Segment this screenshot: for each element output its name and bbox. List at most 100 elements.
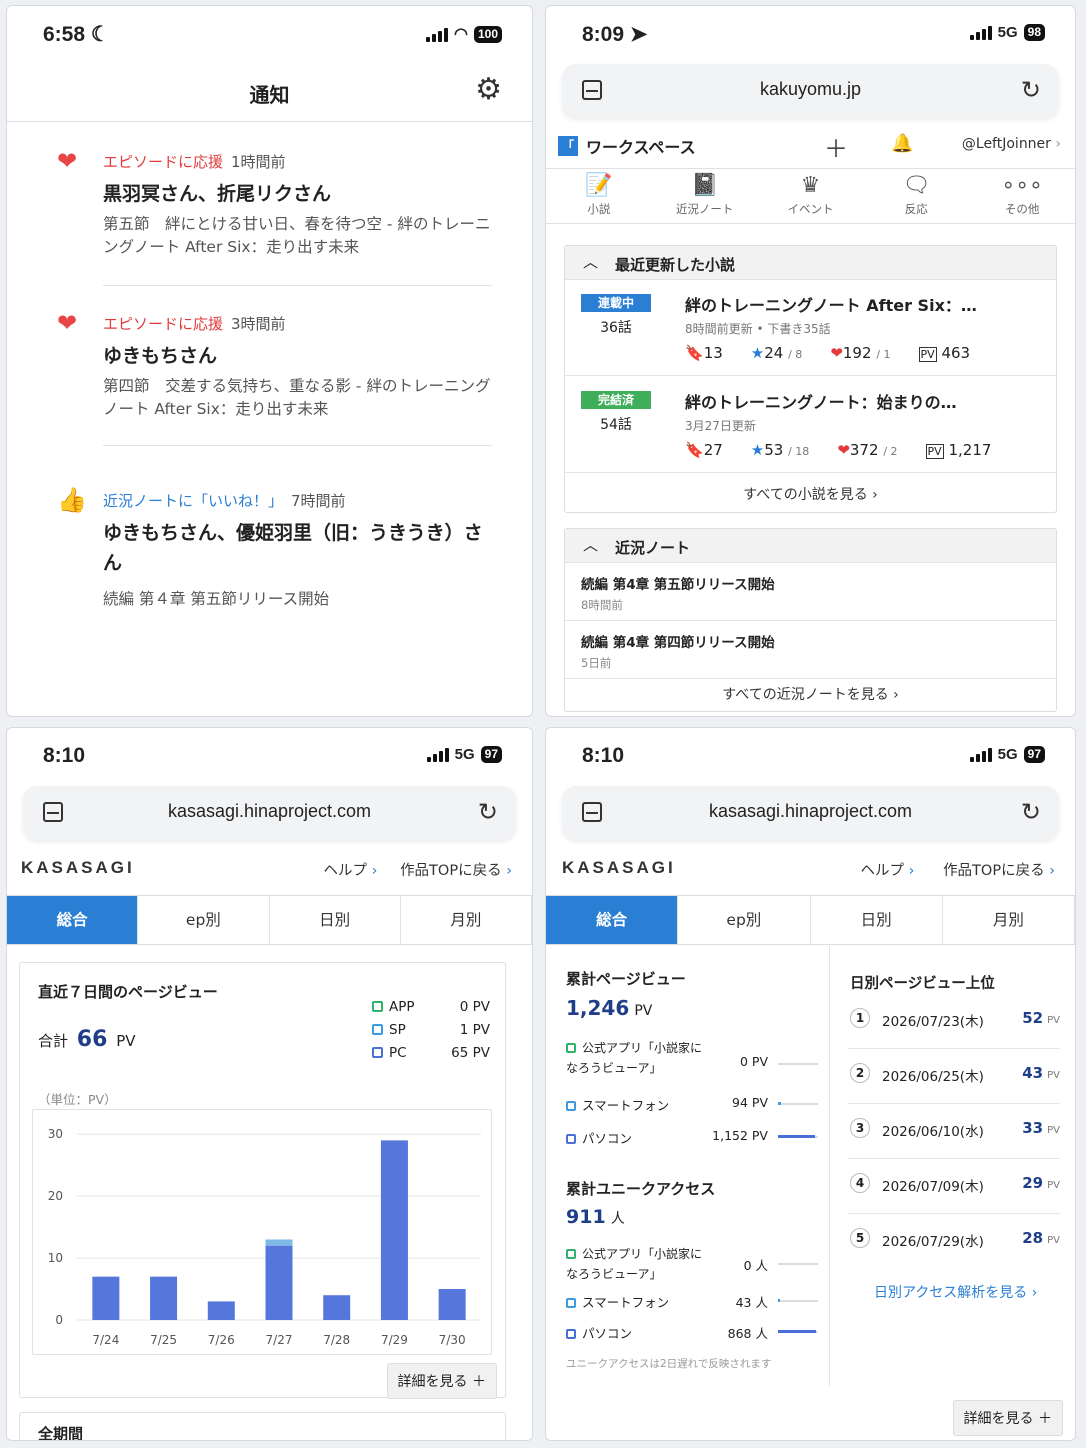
notification-body: 続編 第４章 第五節リリース開始 (103, 590, 330, 608)
rank-date: 2026/07/23(木) (882, 1014, 984, 1030)
tab-episode[interactable]: ep別 (678, 896, 811, 944)
user-menu[interactable]: @LeftJoinner › (962, 136, 1061, 152)
recent-novels-section: ︿ 最近更新した小説 連載中 36話 絆のトレーニングノート After Six：… (564, 245, 1057, 513)
chevron-up-icon: ︿ (583, 536, 599, 554)
heart-icon: ❤ (837, 441, 850, 459)
see-all-notes-link[interactable]: すべての近況ノートを見る › (565, 684, 1056, 704)
tab-daily[interactable]: 日別 (811, 896, 943, 944)
pv-bar-chart: 0 10 20 30 7/24 7/25 7/26 7/27 7/28 7/29 7/30 (32, 1109, 492, 1355)
workspace-header: 「 ワークスペース ＋ 🔔 @LeftJoinner › (546, 131, 1075, 169)
pv-icon: PV (925, 444, 944, 459)
list-item[interactable]: 2 2026/06/25(木) 43 PV (848, 1049, 1060, 1104)
heart-icon: ❤ (57, 309, 78, 337)
rank-pv: 43 PV (1022, 1064, 1060, 1082)
tab-monthly[interactable]: 月別 (401, 896, 532, 944)
nav-notes[interactable]: 📓 近況ノート (652, 170, 758, 223)
ua-sp-value: 43 人 (735, 1295, 768, 1310)
rank-number: 5 (850, 1228, 870, 1248)
novel-meta: 8時間前更新 • 下書き35話 (685, 322, 831, 336)
episode-count: 54話 (600, 417, 632, 433)
browser-address-bar[interactable]: kasasagi.hinaproject.com ↻ (23, 786, 516, 840)
bar-pc (150, 1276, 178, 1320)
nav-reactions[interactable]: 🗨 反応 (863, 170, 969, 223)
daily-analysis-link[interactable]: 日別アクセス解析を見る › (874, 1282, 1037, 1302)
list-item[interactable]: 5 2026/07/29(水) 28 PV (848, 1214, 1060, 1269)
bookmark-count: 🔖27 (685, 441, 723, 459)
rank-pv: 52 PV (1022, 1009, 1060, 1027)
kasasagi-logo[interactable]: KASASAGI (21, 858, 135, 878)
novel-title: 絆のトレーニングノート After Six：… (685, 296, 977, 315)
notification-item[interactable]: ❤ エピソードに応援 1時間前 黒羽冥さん、折尾リクさん 第五節 絆にとける甘い日… (57, 149, 492, 269)
notification-time: 1時間前 (231, 153, 286, 171)
note-item[interactable]: 続編 第4章 第五節リリース開始 8時間前 (565, 563, 1056, 621)
note-item[interactable]: 続編 第4章 第四節リリース開始 5日前 (565, 621, 1056, 679)
tab-monthly[interactable]: 月別 (943, 896, 1075, 944)
pv-app-meter (778, 1063, 818, 1065)
back-to-top-link[interactable]: 作品TOPに戻る › (943, 863, 1055, 879)
list-item[interactable]: 4 2026/07/09(木) 29 PV (848, 1159, 1060, 1214)
status-time: 6:58 ☾ (43, 23, 110, 46)
detail-button[interactable]: 詳細を見る ＋ (952, 1400, 1063, 1436)
signal-icon (426, 27, 448, 42)
signal-icon (969, 25, 992, 40)
status-bar: 6:58 ☾ ◠ 100 (7, 6, 532, 62)
tab-episode[interactable]: ep別 (138, 896, 270, 944)
browser-address-bar[interactable]: kasasagi.hinaproject.com ↻ (562, 786, 1059, 840)
reload-icon[interactable]: ↻ (1021, 76, 1041, 104)
notification-item[interactable]: 👍 近況ノートに「いいね！」 7時間前 ゆきもちさん、優姫羽里（旧：うきうき）さん… (57, 488, 492, 618)
section-header[interactable]: ︿ 近況ノート (565, 529, 1056, 563)
page-title: 通知 (249, 83, 290, 107)
network-type: 5G (454, 746, 475, 763)
tab-daily[interactable]: 日別 (270, 896, 401, 944)
kakuyomu-screen: 8:09 ➤ 5G 98 kakuyomu.jp ↻ 「 ワークスペース ＋ 🔔… (545, 5, 1076, 717)
bar-pc (265, 1245, 293, 1320)
list-item[interactable]: 3 2026/06/10(水) 33 PV (848, 1104, 1060, 1159)
kasasagi-logo[interactable]: KASASAGI (562, 858, 676, 878)
ua-total: 911 人 (566, 1206, 625, 1228)
tab-overview[interactable]: 総合 (7, 896, 139, 944)
workspace-nav: 📝 小説 📓 近況ノート ♛ イベント 🗨 反応 ∘∘∘ その他 (546, 170, 1075, 224)
detail-button[interactable]: 詳細を見る ＋ (386, 1363, 497, 1399)
notification-time: 3時間前 (231, 315, 286, 333)
help-link[interactable]: ヘルプ › (324, 863, 378, 879)
bell-icon[interactable]: 🔔 (891, 133, 913, 154)
stats-tabs: 総合 ep別 日別 月別 (7, 895, 532, 945)
chevron-right-icon: › (893, 687, 899, 703)
chevron-up-icon: ︿ (583, 253, 599, 271)
gear-icon[interactable]: ⚙ (475, 72, 502, 107)
nav-events[interactable]: ♛ イベント (758, 170, 864, 223)
pv-pc-value: 1,152 PV (712, 1128, 768, 1143)
status-time: 8:10 (582, 744, 625, 767)
browser-address-bar[interactable]: kakuyomu.jp ↻ (562, 64, 1059, 118)
tab-overview[interactable]: 総合 (546, 896, 679, 944)
back-to-top-link[interactable]: 作品TOPに戻る › (400, 863, 512, 879)
activity-notes-section: ︿ 近況ノート 続編 第4章 第五節リリース開始 8時間前 続編 第4章 第四節リ… (564, 528, 1057, 712)
legend-app: APP 0 PV (372, 999, 490, 1015)
novel-item[interactable]: 完結済 54話 絆のトレーニングノート：始まりの… 3月27日更新 🔖27 ★5… (565, 377, 1056, 473)
reload-icon[interactable]: ↻ (1021, 798, 1041, 826)
pv-pc-row: パソコン (566, 1128, 632, 1147)
see-all-novels-link[interactable]: すべての小説を見る › (565, 484, 1056, 504)
novel-item[interactable]: 連載中 36話 絆のトレーニングノート After Six：… 8時間前更新 •… (565, 280, 1056, 376)
nav-label: 反応 (904, 202, 928, 216)
y-tick-label: 0 (55, 1313, 63, 1327)
legend-sp: SP 1 PV (372, 1022, 490, 1038)
network-type: 5G (997, 24, 1018, 41)
nav-novels[interactable]: 📝 小説 (546, 170, 652, 223)
kakuyomu-logo-icon[interactable]: 「 (558, 136, 578, 156)
reload-icon[interactable]: ↻ (478, 798, 498, 826)
pv-sp-meter (778, 1102, 818, 1105)
nav-more[interactable]: ∘∘∘ その他 (969, 170, 1075, 223)
list-item[interactable]: 1 2026/07/23(木) 52 PV (848, 994, 1060, 1049)
header-links: ヘルプ › 作品TOPに戻る › (861, 859, 1055, 880)
plus-icon[interactable]: ＋ (824, 129, 848, 164)
x-tick-label: 7/24 (92, 1333, 119, 1347)
help-link[interactable]: ヘルプ › (861, 863, 915, 879)
workspace-title[interactable]: ワークスペース (586, 134, 696, 158)
bar-pc (438, 1289, 466, 1320)
section-header[interactable]: ︿ 最近更新した小説 (565, 246, 1056, 280)
ua-total-title: 累計ユニークアクセス (566, 1180, 716, 1198)
notification-item[interactable]: ❤ エピソードに応援 3時間前 ゆきもちさん 第四節 交差する気持ち、重なる影 -… (57, 311, 492, 431)
bar-sp (265, 1239, 293, 1246)
url-text: kakuyomu.jp (759, 79, 862, 99)
